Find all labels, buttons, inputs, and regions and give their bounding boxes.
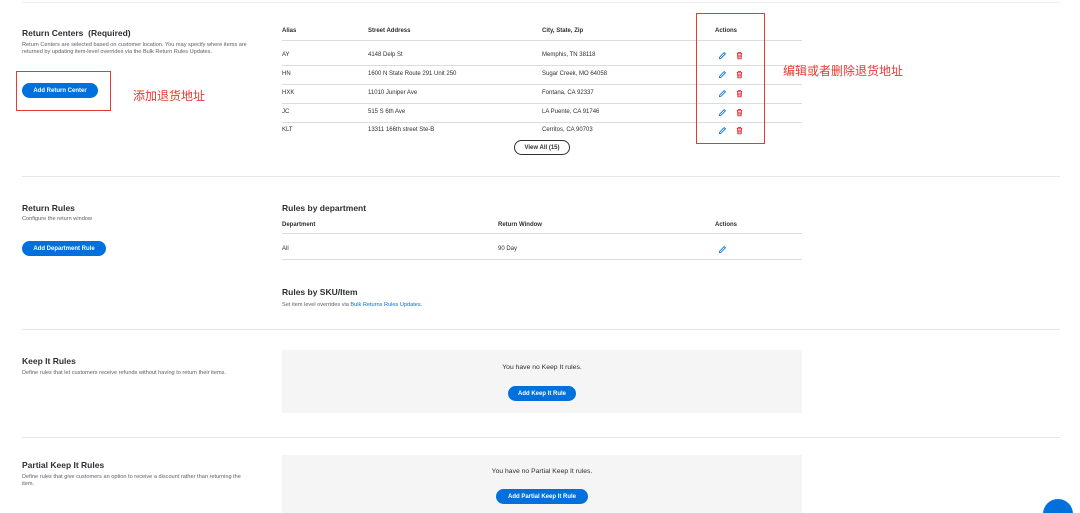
rule-department: All bbox=[282, 246, 289, 252]
row-city: Fontana, CA 92337 bbox=[542, 90, 594, 96]
return-centers-description: Return Centers are selected based on cus… bbox=[22, 42, 247, 55]
col-return-window: Return Window bbox=[498, 222, 542, 228]
keep-it-description: Define rules that let customers receive … bbox=[22, 370, 226, 376]
row-alias: JC bbox=[282, 109, 290, 115]
rules-by-sku-description: Set item level overrides via Bulk Return… bbox=[282, 302, 422, 308]
row-divider bbox=[282, 259, 802, 260]
annotation-edit-note: 编辑或者删除退货地址 bbox=[783, 64, 904, 78]
row-alias: HXK bbox=[282, 90, 295, 96]
row-city: LA Puente, CA 91746 bbox=[542, 109, 600, 115]
row-street: 515 S 6th Ave bbox=[368, 109, 406, 115]
view-all-button[interactable]: View All (15) bbox=[514, 140, 570, 155]
col-alias: Alias bbox=[282, 28, 297, 34]
add-department-rule-button[interactable]: Add Department Rule bbox=[22, 241, 106, 256]
rules-by-department-title: Rules by department bbox=[282, 203, 367, 213]
row-city: Memphis, TN 38118 bbox=[542, 52, 596, 58]
row-street: 13311 166th street Ste-B bbox=[368, 127, 435, 133]
add-keep-it-rule-button[interactable]: Add Keep It Rule bbox=[508, 386, 576, 401]
col-city-state-zip: City, State, Zip bbox=[542, 28, 584, 34]
sku-desc-prefix: Set item level overrides via bbox=[282, 302, 351, 308]
section-divider bbox=[22, 437, 1060, 438]
partial-keep-it-description: Define rules that give customers an opti… bbox=[22, 474, 241, 487]
partial-keep-it-title: Partial Keep It Rules bbox=[22, 460, 105, 470]
row-alias: AY bbox=[282, 52, 290, 58]
rules-by-sku-title: Rules by SKU/Item bbox=[282, 287, 358, 297]
spark-icon[interactable] bbox=[1043, 499, 1073, 513]
annotation-box-actions bbox=[696, 13, 765, 144]
row-street: 1600 N State Route 291 Unit 250 bbox=[368, 71, 457, 77]
keep-it-empty-message: You have no Keep It rules. bbox=[502, 364, 582, 371]
return-centers-title: Return Centers (Required) bbox=[22, 28, 131, 38]
section-divider bbox=[22, 176, 1060, 177]
col-actions: Actions bbox=[715, 222, 738, 228]
return-rules-title: Return Rules bbox=[22, 203, 75, 213]
annotation-box-add bbox=[16, 71, 111, 111]
annotation-add-note: 添加退货地址 bbox=[133, 89, 206, 103]
partial-keep-it-empty-panel: You have no Partial Keep It rules. Add P… bbox=[282, 455, 802, 513]
row-city: Cerritos, CA 90703 bbox=[542, 127, 593, 133]
section-divider bbox=[22, 329, 1060, 330]
keep-it-title: Keep It Rules bbox=[22, 356, 76, 366]
row-street: 4148 Delp St bbox=[368, 52, 403, 58]
keep-it-empty-panel: You have no Keep It rules. Add Keep It R… bbox=[282, 350, 802, 413]
add-partial-keep-it-rule-button[interactable]: Add Partial Keep It Rule bbox=[496, 489, 588, 504]
row-alias: KLT bbox=[282, 127, 293, 133]
col-street-address: Street Address bbox=[368, 28, 411, 34]
top-divider bbox=[22, 2, 1060, 3]
partial-keep-it-empty-message: You have no Partial Keep It rules. bbox=[491, 468, 593, 475]
row-street: 11010 Juniper Ave bbox=[368, 90, 418, 96]
header-divider bbox=[282, 233, 802, 234]
row-city: Sugar Creek, MO 64058 bbox=[542, 71, 608, 77]
pencil-icon[interactable] bbox=[718, 245, 727, 254]
sku-desc-suffix: . bbox=[420, 302, 423, 308]
return-rules-description: Configure the return window bbox=[22, 216, 92, 222]
col-department: Department bbox=[282, 222, 316, 228]
rule-return-window: 90 Day bbox=[498, 246, 518, 252]
row-alias: HN bbox=[282, 71, 291, 77]
bulk-returns-rules-link[interactable]: Bulk Returns Rules Updates bbox=[350, 302, 420, 308]
